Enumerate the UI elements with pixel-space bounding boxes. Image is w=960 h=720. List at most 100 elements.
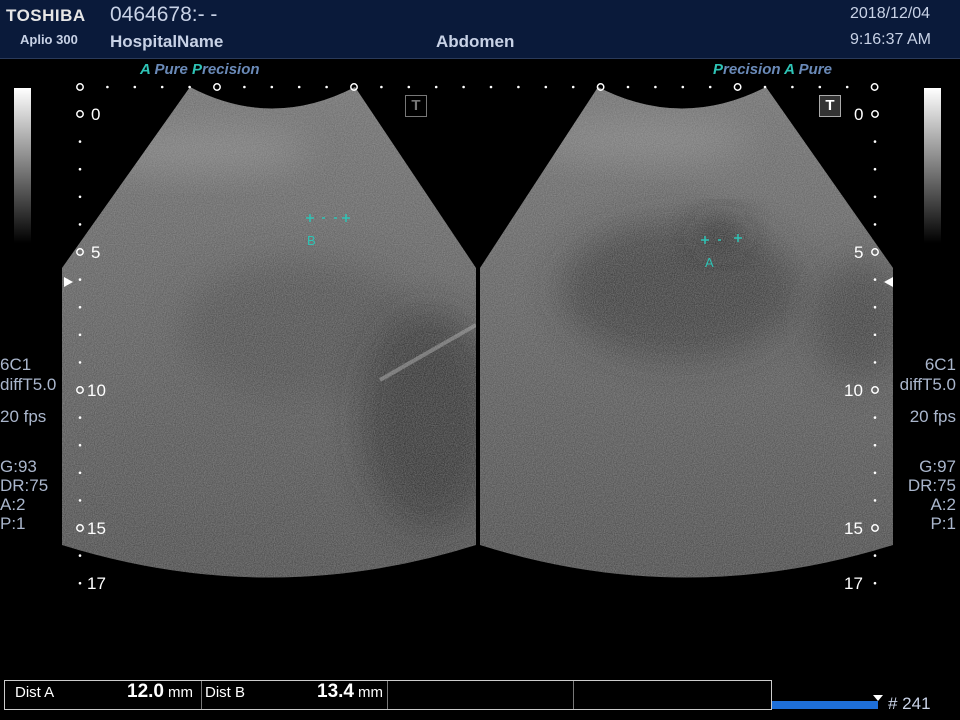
- top-scale-dot: [708, 85, 712, 89]
- depth-tick: [78, 333, 82, 337]
- depth-tick: [78, 416, 82, 419]
- top-scale-dot: [733, 83, 742, 91]
- top-scale-dot: [681, 85, 685, 89]
- dist-b-value: 13.4: [317, 681, 354, 702]
- right-mode-precision: recision: [723, 61, 781, 78]
- depth-tick: [78, 471, 82, 475]
- right-probe: 6C1: [924, 355, 956, 374]
- left-mode-label: A Pure Precision: [140, 61, 260, 78]
- frame-marker-icon[interactable]: [873, 695, 883, 701]
- left-probe-params: 6C1 diffT5.0 20 fps: [0, 355, 56, 427]
- measurement-dist-a[interactable]: Dist A 12.0 mm: [5, 681, 202, 709]
- right-depth-0: 0: [854, 105, 864, 124]
- depth-tick: [76, 110, 84, 118]
- top-scale-dot: [188, 85, 191, 89]
- depth-tick: [873, 554, 877, 557]
- top-scale-dot: [297, 85, 301, 89]
- right-depth-5: 5: [854, 243, 864, 262]
- left-depth-17: 17: [87, 574, 106, 593]
- left-gain: G:93: [0, 457, 37, 476]
- measurement-empty-2[interactable]: [573, 681, 771, 709]
- caliper-a-label: A: [705, 255, 714, 270]
- left-gain-params: G:93 DR:75 A:2 P:1: [0, 457, 48, 533]
- top-scale-dot: [76, 83, 84, 91]
- frame-number: # 241: [888, 694, 931, 713]
- top-scale-dot: [544, 85, 548, 89]
- left-depth-5: 5: [91, 243, 101, 262]
- right-mode-pure: Pure: [798, 61, 832, 78]
- dist-b-label: Dist B: [205, 684, 246, 701]
- top-scale-dot: [571, 85, 575, 89]
- depth-tick: [873, 361, 877, 364]
- top-scale-dot: [870, 83, 879, 91]
- depth-tick: [873, 333, 877, 337]
- top-scale-dot: [489, 85, 493, 89]
- left-ultrasound-sector[interactable]: [60, 80, 500, 600]
- top-scale-dot: [654, 85, 657, 89]
- depth-tick: [873, 167, 877, 171]
- left-dr: DR:75: [0, 476, 49, 495]
- top-scale-dot: [213, 83, 221, 91]
- depth-tick: [873, 443, 877, 447]
- dist-a-unit: mm: [168, 684, 193, 701]
- depth-tick: [873, 140, 877, 143]
- depth-tick: [78, 581, 82, 585]
- left-t-icon[interactable]: T: [405, 95, 427, 117]
- top-scale-dot: [763, 85, 767, 89]
- right-mode-a: A: [784, 61, 795, 78]
- depth-tick: [873, 471, 877, 475]
- left-p: P:1: [0, 514, 26, 533]
- left-depth-10: 10: [87, 381, 106, 400]
- depth-tick: [78, 554, 82, 557]
- depth-tick: [78, 195, 82, 199]
- top-scale-dot: [818, 85, 822, 89]
- depth-tick: [78, 361, 82, 364]
- caliper-b-label: B: [307, 233, 316, 248]
- dist-b-unit: mm: [358, 684, 383, 701]
- top-scale-dot: [106, 85, 109, 89]
- left-mode-p: P: [191, 61, 202, 78]
- right-t-icon[interactable]: T: [819, 95, 841, 117]
- right-dr: DR:75: [907, 476, 956, 495]
- measurement-dist-b[interactable]: Dist B 13.4 mm: [201, 681, 388, 709]
- top-scale-dot: [270, 85, 274, 89]
- depth-tick: [78, 140, 82, 143]
- right-depth-10: 10: [844, 381, 863, 400]
- right-mode-label: Precision A Pure: [713, 61, 832, 78]
- depth-tick: [78, 443, 82, 447]
- depth-tick: [873, 195, 877, 199]
- top-scale-dot: [462, 85, 465, 89]
- left-grayscale-bar: [14, 88, 31, 243]
- top-scale-dot: [243, 85, 246, 89]
- top-scale-dot: [380, 85, 383, 89]
- right-grayscale-bar: [924, 88, 941, 243]
- right-gain-params: G:97 DR:75 A:2 P:1: [908, 457, 956, 533]
- measurement-empty-1[interactable]: [387, 681, 574, 709]
- dist-a-label: Dist A: [15, 684, 55, 701]
- depth-tick: [871, 110, 879, 118]
- left-depth-0: 0: [91, 105, 101, 124]
- left-probe: 6C1: [0, 355, 32, 374]
- top-scale-dot: [517, 85, 520, 89]
- top-scale-dot: [160, 85, 164, 89]
- left-depth-15: 15: [87, 519, 106, 538]
- right-p: P:1: [930, 514, 956, 533]
- depth-tick: [873, 581, 877, 585]
- depth-tick: [78, 499, 82, 502]
- right-fps: 20 fps: [909, 407, 956, 426]
- top-scale-dot: [791, 85, 794, 89]
- dist-a-value: 12.0: [127, 681, 164, 702]
- top-scale-dot: [407, 85, 411, 89]
- top-scale-dot: [434, 85, 438, 89]
- right-mode-p: P: [713, 61, 724, 78]
- left-mode-precision: recision: [202, 61, 260, 78]
- right-harmonic: diffT5.0: [899, 375, 956, 394]
- top-scale-dot: [626, 85, 630, 89]
- depth-tick: [873, 416, 877, 419]
- left-harmonic: diffT5.0: [0, 375, 57, 394]
- right-depth-15: 15: [844, 519, 863, 538]
- right-depth-17: 17: [844, 574, 863, 593]
- depth-tick: [873, 223, 877, 226]
- left-mode-pure: Pure: [154, 61, 188, 78]
- ultrasound-display: [14, 80, 941, 600]
